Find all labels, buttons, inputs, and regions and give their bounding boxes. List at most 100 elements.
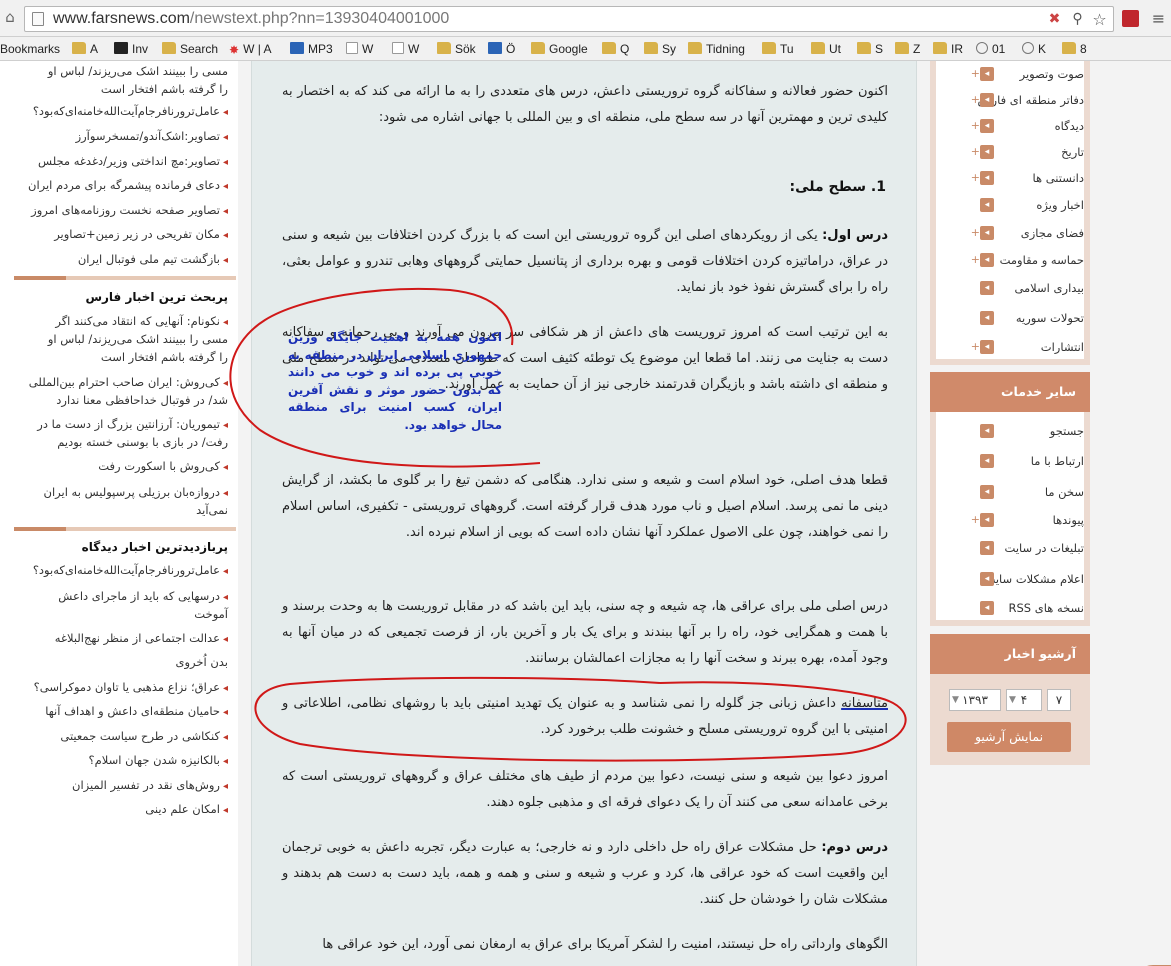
bookmark-item[interactable]: Inv [114,41,148,57]
plus-icon: + [970,145,980,158]
news-link[interactable]: روش‌های نقد در تفسیر المیزان [6,775,228,797]
news-link[interactable]: را گرفته باشم افتخار است [6,79,228,99]
menu-item[interactable]: دانستنی ها + ◂ [944,165,1084,191]
menu-item[interactable]: جستجو ◂ [944,418,1084,444]
bookmark-item[interactable]: A [72,41,98,57]
news-link[interactable]: عامل‌ترورنافرجام‌آیت‌الله‌خامنه‌ای‌که‌بو… [6,101,228,123]
menu-item[interactable]: تحولات سوریه ◂ [944,305,1084,331]
bookmark-item[interactable]: Sy [644,41,676,57]
news-link[interactable]: نمی‌آید [6,500,228,520]
news-link[interactable]: دعای فرمانده پیشمرگه برای مردم ایران [6,175,228,197]
archive-month-select[interactable]: ▼ ۴ [1006,689,1042,711]
app-icon [488,42,502,54]
news-link[interactable]: کنکاشی در طرح سیاست جمعیتی [6,726,228,748]
highlighted-word: متاسفانه [841,696,888,711]
news-link[interactable]: آموخت [6,604,228,624]
plus-icon: + [970,67,980,80]
plus-icon: + [970,253,980,266]
news-link[interactable]: عراق؛ نزاع مذهبی یا تاوان دموکراسی؟ [6,677,228,699]
news-link[interactable]: عدالت اجتماعی از منظر نهج‌البلاغه [6,628,228,650]
news-link[interactable]: تصاویر صفحه نخست روزنامه‌های امروز [6,200,228,222]
services-menu: جستجو ◂ ارتباط با ما ◂ سخن ما ◂ پیوندها + ◂ ت… [930,412,1090,626]
clock-icon [976,42,988,54]
bookmark-item[interactable]: 8 [1062,41,1087,57]
menu-item[interactable]: دیدگاه + ◂ [944,113,1084,139]
news-link[interactable]: عامل‌ترورنافرجام‌آیت‌الله‌خامنه‌ای‌که‌بو… [6,560,228,582]
folder-icon [1062,42,1076,54]
menu-item[interactable]: صوت وتصویر + ◂ [944,61,1084,87]
arrow-left-icon: ◂ [980,145,994,159]
bookmark-item[interactable]: Q [602,41,629,57]
menu-item[interactable]: انتشارات + ◂ [944,334,1084,360]
arrow-left-icon: ◂ [980,119,994,133]
menu-item[interactable]: دفاتر منطقه ای فارس + ◂ [944,87,1084,113]
archive-title: آرشیو اخبار [930,634,1090,674]
news-link[interactable]: کی‌روش با اسکورت رفت [6,456,228,478]
bookmark-item[interactable]: Tu [762,41,794,57]
lesson-label: درس دوم: [821,840,888,855]
news-link[interactable]: بالکانیزه شدن جهان اسلام؟ [6,750,228,772]
news-link[interactable]: مسی را ببینند اشک می‌ریزند/ لباس او [6,61,228,81]
folder-icon [437,42,451,54]
news-link[interactable]: مسی را ببینند اشک می‌ریزند/ لباس او [6,329,228,349]
menu-item[interactable]: حماسه و مقاومت + ◂ [944,247,1084,273]
folder-icon [602,42,616,54]
news-link[interactable]: امکان علم دینی [6,799,228,821]
bookmark-item[interactable]: ✸ W | A [229,41,272,57]
news-link[interactable]: مکان تفریحی در زیر زمین+تصاویر [6,224,228,246]
article-paragraph: درس دوم: حل مشکلات عراق راه حل داخلی دار… [282,840,888,907]
news-link[interactable]: تصاویر:اشک‌آندو/تمسخرسوآرز [6,126,228,148]
news-link[interactable]: بازگشت تیم ملی فوتبال ایران [6,249,228,271]
bookmark-item[interactable]: Z [895,41,920,57]
bookmark-item[interactable]: W [392,41,419,57]
bookmark-item[interactable]: S [857,41,883,57]
bookmark-item[interactable]: Search [162,41,218,57]
bookmark-item[interactable]: MP3 [290,41,333,57]
article-paragraph: امروز دعوا بین شیعه و سنی نیست، دعوا بین… [282,769,888,810]
arrow-left-icon: ◂ [980,171,994,185]
bookmark-item[interactable]: Google [531,41,588,57]
archive-year-select[interactable]: ▼ ۱۳۹۳ [949,689,1001,711]
menu-icon[interactable]: ≡ [1150,10,1167,27]
show-archive-button[interactable]: نمایش آرشیو [947,722,1071,752]
news-link[interactable]: تصاویر:مچ انداختی وزیر/دغدغه مجلس [6,151,228,173]
addon-icon[interactable]: ✖ [1046,11,1063,28]
arrow-left-icon: ◂ [980,311,994,325]
bookmark-item[interactable]: IR [933,41,963,57]
bookmark-item[interactable]: Sök [437,41,476,57]
bookmark-item[interactable]: Tidning [688,41,745,57]
menu-item[interactable]: اخبار ویژه ◂ [944,192,1084,218]
menu-item[interactable]: بیداری اسلامی ◂ [944,275,1084,301]
arrow-left-icon: ◂ [980,601,994,615]
news-link[interactable]: بدن اُخروی [6,652,228,672]
address-bar[interactable]: www.farsnews.com/newstext.php?nn=1393040… [24,6,1114,32]
home-icon[interactable]: ⌂ [2,9,18,25]
bookmark-item[interactable]: K [1022,41,1046,57]
zoom-icon[interactable]: ⚲ [1069,11,1086,28]
news-link[interactable]: رفت/ در بازی با بوسنی خسته بودیم [6,432,228,452]
news-link[interactable]: را گرفته باشم افتخار است [6,347,228,367]
menu-item[interactable]: فضای مجازی + ◂ [944,220,1084,246]
archive-day-select[interactable]: ۷ [1047,689,1071,711]
menu-item[interactable]: ارتباط با ما ◂ [944,448,1084,474]
folder-icon [72,42,86,54]
category-menu: صوت وتصویر + ◂ دفاتر منطقه ای فارس + ◂ دیدگا… [930,61,1090,365]
menu-item[interactable]: تبلیغات در سایت ◂ [944,535,1084,561]
services-title: سایر خدمات [930,372,1090,412]
menu-item[interactable]: تاریخ + ◂ [944,139,1084,165]
bookmark-item[interactable]: 01 [976,41,1005,57]
bookmark-item[interactable]: Ö [488,41,515,57]
section-divider [14,276,236,280]
menu-item[interactable]: پیوندها + ◂ [944,507,1084,533]
extension-icon[interactable] [1122,10,1139,27]
menu-item[interactable]: سخن ما ◂ [944,479,1084,505]
menu-item[interactable]: نسخه های RSS ◂ [944,595,1084,621]
folder-icon [762,42,776,54]
star-icon[interactable]: ☆ [1091,11,1108,28]
news-link[interactable]: حامیان منطقه‌ای داعش و اهداف آنها [6,701,228,723]
bookmark-item[interactable]: Ut [811,41,841,57]
menu-item[interactable]: اعلام مشکلات سایت ◂ [944,566,1084,592]
news-link[interactable]: شد/ در فوتبال خداحافظی معنا ندارد [6,390,228,410]
folder-icon [933,42,947,54]
bookmark-item[interactable]: W [346,41,373,57]
